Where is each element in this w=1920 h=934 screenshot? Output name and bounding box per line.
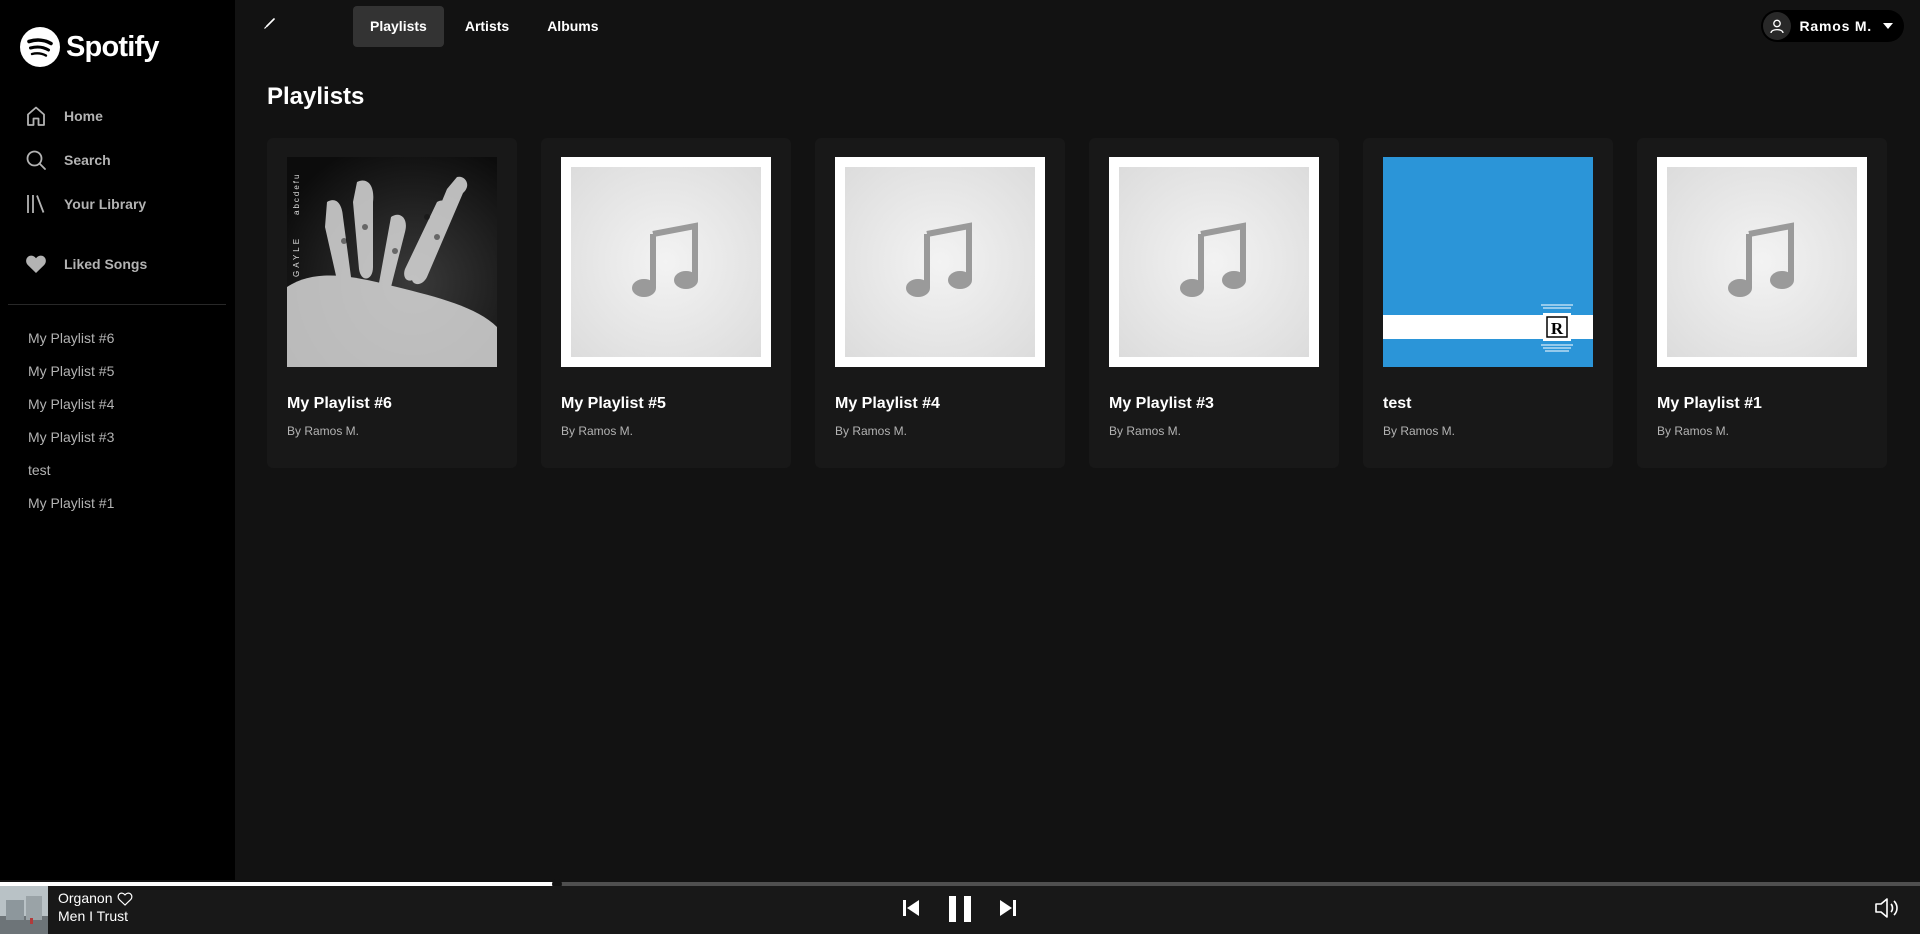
playlist-card-title: My Playlist #3 [1109, 395, 1214, 412]
playlist-card-title: My Playlist #5 [561, 395, 666, 412]
user-name: Ramos M. [1799, 18, 1872, 34]
playlist-card-subtitle: By Ramos M. [1657, 424, 1730, 438]
nav-search-label: Search [64, 152, 111, 168]
spotify-logo-icon [20, 27, 60, 67]
sidebar-playlist-item[interactable]: My Playlist #6 [28, 324, 114, 357]
sidebar-playlist-list: My Playlist #6 My Playlist #5 My Playlis… [28, 324, 114, 522]
tab-albums[interactable]: Albums [530, 6, 615, 47]
music-note-placeholder [835, 157, 1045, 367]
pin-icon[interactable] [263, 17, 275, 35]
pause-icon[interactable] [947, 895, 973, 928]
nav-liked-songs-label: Liked Songs [64, 256, 148, 272]
playlist-card-title: My Playlist #4 [835, 395, 940, 412]
music-note-icon [632, 222, 698, 297]
playlist-card-title: My Playlist #6 [287, 395, 392, 412]
sidebar-playlist-item[interactable]: My Playlist #4 [28, 390, 114, 423]
playlist-card[interactable]: My Playlist #5 By Ramos M. [541, 138, 791, 468]
now-playing-artist[interactable]: Men I Trust [58, 908, 128, 924]
now-playing-track-title[interactable]: Organon [58, 890, 112, 906]
sidebar-playlist-item[interactable]: My Playlist #5 [28, 357, 114, 390]
playlist-card[interactable]: My Playlist #1 By Ramos M. [1637, 138, 1887, 468]
music-note-icon [1728, 222, 1794, 297]
playlist-card-subtitle: By Ramos M. [1383, 424, 1456, 438]
caret-down-icon [1883, 23, 1893, 29]
playlist-card[interactable]: GAYLE abcdefu My Playlist #6 By Ramos M. [267, 138, 517, 468]
library-icon [27, 195, 45, 213]
playlist-card-title: test [1383, 395, 1412, 412]
now-playing-bar: Organon Men I Trust [0, 886, 1920, 934]
logo-text: Spotify [66, 30, 159, 63]
nav-home[interactable]: Home [0, 94, 235, 138]
search-icon [26, 150, 46, 170]
user-menu-button[interactable]: Ramos M. [1761, 10, 1904, 42]
user-avatar-icon [1763, 12, 1792, 40]
playlist-card[interactable]: R test By Ramos M. [1363, 138, 1613, 468]
home-icon [27, 106, 45, 126]
xray-hand-album-art: GAYLE abcdefu [287, 157, 497, 367]
playlist-card-title: My Playlist #1 [1657, 395, 1762, 412]
main-nav: Home Search Your Library [0, 94, 235, 226]
nav-library-label: Your Library [64, 196, 147, 212]
sidebar-divider [8, 304, 226, 305]
nav-library[interactable]: Your Library [0, 182, 235, 226]
volume-icon[interactable] [1874, 896, 1900, 925]
now-playing-cover-art[interactable] [0, 886, 48, 934]
playlist-card[interactable]: My Playlist #4 By Ramos M. [815, 138, 1065, 468]
playlist-card-subtitle: By Ramos M. [835, 424, 908, 438]
sidebar: Spotify Home Search Your Library Liked S… [0, 0, 235, 880]
tab-artists[interactable]: Artists [448, 6, 526, 47]
album-art-album-text: abcdefu [292, 173, 301, 215]
playlist-card-subtitle: By Ramos M. [561, 424, 634, 438]
music-note-placeholder [1109, 157, 1319, 367]
blue-r-album-art: R [1383, 157, 1593, 367]
nav-home-label: Home [64, 108, 103, 124]
album-art-artist-text: GAYLE [292, 236, 301, 277]
music-note-placeholder [561, 157, 771, 367]
music-note-icon [1180, 222, 1246, 297]
previous-icon[interactable] [902, 898, 920, 923]
tab-playlists[interactable]: Playlists [353, 6, 444, 47]
collection-tabs: Playlists Artists Albums [353, 6, 620, 47]
topbar: Playlists Artists Albums Ramos M. [235, 0, 1920, 52]
next-icon[interactable] [999, 898, 1017, 923]
spotify-logo[interactable]: Spotify [20, 27, 159, 67]
music-note-icon [906, 222, 972, 297]
playlist-grid: GAYLE abcdefu My Playlist #6 By Ramos M.… [267, 138, 1887, 468]
parental-advisory-r-letter: R [1551, 319, 1564, 338]
sidebar-playlist-item[interactable]: test [28, 456, 114, 489]
heart-icon [26, 255, 46, 273]
nav-liked-songs[interactable]: Liked Songs [0, 242, 235, 286]
sidebar-playlist-item[interactable]: My Playlist #1 [28, 489, 114, 522]
page-title: Playlists [267, 83, 365, 110]
playlist-card[interactable]: My Playlist #3 By Ramos M. [1089, 138, 1339, 468]
liked-songs-section: Liked Songs [0, 242, 235, 286]
nav-search[interactable]: Search [0, 138, 235, 182]
music-note-placeholder [1657, 157, 1867, 367]
playlist-card-subtitle: By Ramos M. [287, 424, 360, 438]
sidebar-playlist-item[interactable]: My Playlist #3 [28, 423, 114, 456]
playlist-card-subtitle: By Ramos M. [1109, 424, 1182, 438]
